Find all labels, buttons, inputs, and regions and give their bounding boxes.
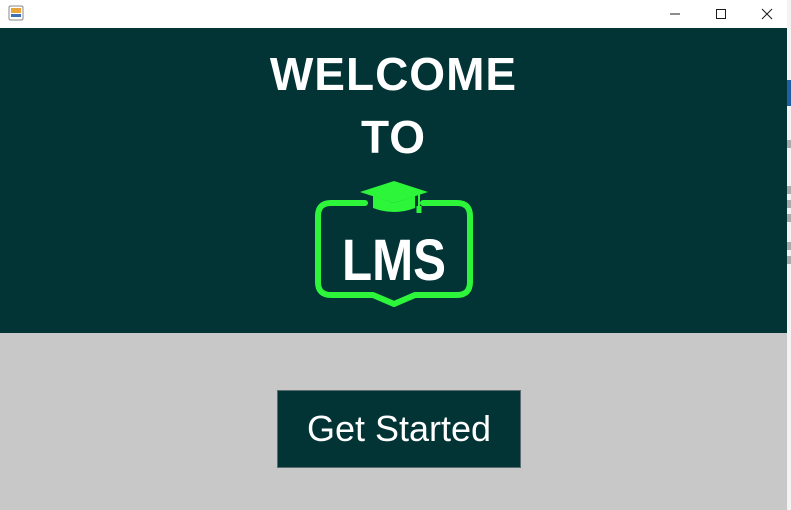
background-glyph: [787, 140, 791, 148]
close-button[interactable]: [744, 0, 790, 28]
minimize-icon: [669, 8, 681, 20]
background-glyph: [787, 242, 791, 250]
minimize-button[interactable]: [652, 0, 698, 28]
welcome-header-panel: WELCOME TO LMS: [0, 28, 787, 333]
content-panel: Get Started: [0, 333, 787, 510]
background-window-edge: [787, 0, 791, 510]
window-titlebar: [0, 0, 787, 28]
welcome-title-line1: WELCOME: [269, 48, 518, 100]
logo-text: LMS: [342, 228, 446, 293]
maximize-icon: [715, 8, 727, 20]
background-glyph: [787, 200, 791, 208]
welcome-title-line2: TO: [360, 111, 427, 163]
background-glyph: [787, 214, 791, 222]
lms-logo: LMS: [313, 178, 475, 308]
graduation-cap-icon: [360, 181, 428, 213]
close-icon: [761, 8, 773, 20]
background-window-accent: [787, 80, 791, 106]
java-app-icon: [8, 5, 24, 21]
background-glyph: [787, 186, 791, 194]
get-started-button[interactable]: Get Started: [277, 390, 521, 468]
background-glyph: [787, 256, 791, 264]
maximize-button[interactable]: [698, 0, 744, 28]
